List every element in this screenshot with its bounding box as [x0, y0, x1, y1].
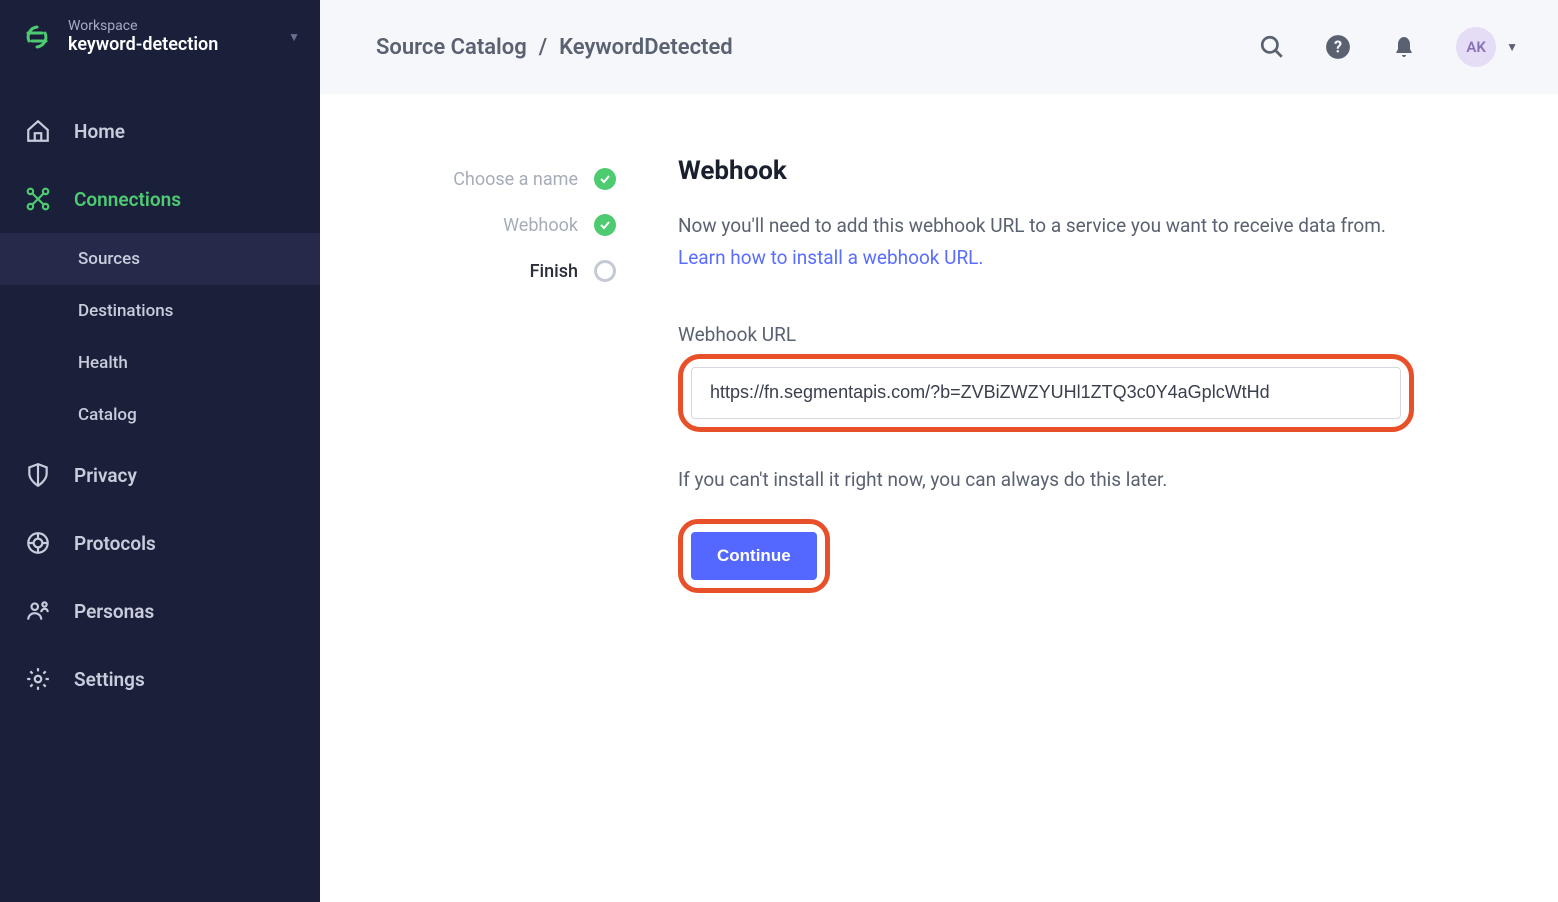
sidebar-item-label: Home [74, 120, 125, 143]
highlight-annotation [678, 354, 1414, 432]
sidebar-item-connections[interactable]: Connections [0, 165, 320, 233]
highlight-annotation: Continue [678, 519, 830, 593]
sidebar-item-label: Personas [74, 600, 154, 623]
logo-icon [20, 20, 54, 54]
sidebar-item-protocols[interactable]: Protocols [0, 509, 320, 577]
step-finish: Finish [376, 248, 616, 294]
svg-text:?: ? [1334, 37, 1342, 56]
breadcrumb-item-current: KeywordDetected [559, 35, 733, 60]
step-label: Finish [530, 261, 578, 282]
sidebar-item-home[interactable]: Home [0, 97, 320, 165]
sidebar-subitem-catalog[interactable]: Catalog [0, 389, 320, 441]
protocols-icon [24, 529, 52, 557]
helper-text: If you can't install it right now, you c… [678, 468, 1502, 491]
help-icon[interactable]: ? [1324, 33, 1352, 61]
learn-more-link[interactable]: Learn how to install a webhook URL. [678, 246, 983, 269]
sidebar-item-label: Privacy [74, 464, 137, 487]
sidebar-item-settings[interactable]: Settings [0, 645, 320, 713]
breadcrumb: Source Catalog / KeywordDetected [376, 35, 733, 60]
sidebar-item-personas[interactable]: Personas [0, 577, 320, 645]
sidebar-item-label: Settings [74, 668, 145, 691]
search-icon[interactable] [1258, 33, 1286, 61]
personas-icon [24, 597, 52, 625]
page-title: Webhook [678, 156, 1502, 186]
step-label: Choose a name [453, 169, 578, 190]
sidebar-subitem-destinations[interactable]: Destinations [0, 285, 320, 337]
breadcrumb-item[interactable]: Source Catalog [376, 35, 527, 60]
user-menu[interactable]: AK ▼ [1456, 27, 1518, 67]
connections-icon [24, 185, 52, 213]
step-label: Webhook [503, 215, 578, 236]
sidebar-subitem-health[interactable]: Health [0, 337, 320, 389]
workspace-selector[interactable]: Workspace keyword-detection ▼ [0, 0, 320, 73]
check-icon [594, 214, 616, 236]
home-icon [24, 117, 52, 145]
sidebar-item-label: Connections [74, 188, 181, 211]
bell-icon[interactable] [1390, 33, 1418, 61]
shield-icon [24, 461, 52, 489]
chevron-down-icon: ▼ [1506, 40, 1518, 54]
step-choose-name: Choose a name [376, 156, 616, 202]
page-description: Now you'll need to add this webhook URL … [678, 210, 1418, 275]
step-webhook: Webhook [376, 202, 616, 248]
gear-icon [24, 665, 52, 693]
workspace-label: Workspace [68, 18, 274, 34]
breadcrumb-separator: / [539, 35, 547, 60]
webhook-url-input[interactable] [691, 367, 1401, 419]
workspace-name: keyword-detection [68, 34, 274, 55]
field-label: Webhook URL [678, 323, 1502, 346]
chevron-down-icon: ▼ [288, 30, 300, 44]
check-icon [594, 168, 616, 190]
sidebar-item-privacy[interactable]: Privacy [0, 441, 320, 509]
sidebar-item-label: Protocols [74, 532, 156, 555]
avatar: AK [1456, 27, 1496, 67]
sidebar-subitem-sources[interactable]: Sources [0, 233, 320, 285]
continue-button[interactable]: Continue [691, 532, 817, 580]
circle-icon [594, 260, 616, 282]
workspace-text: Workspace keyword-detection [68, 18, 274, 55]
